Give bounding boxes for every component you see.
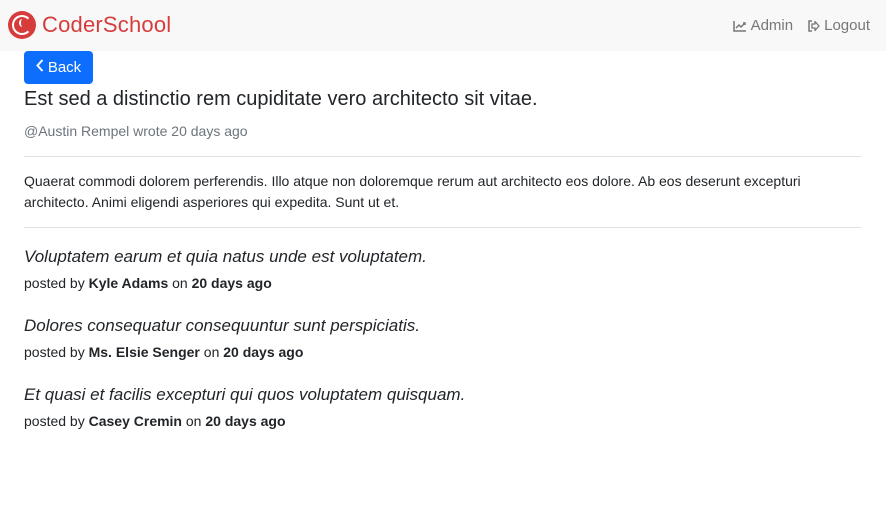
sign-out-icon [807, 19, 820, 32]
comment-author: Casey Cremin [88, 413, 182, 429]
comment-posted-by: posted by [24, 344, 85, 360]
logout-link[interactable]: Logout [807, 17, 870, 34]
comment-on: on [185, 413, 202, 429]
comment-time: 20 days ago [205, 413, 286, 429]
comment-author: Ms. Elsie Senger [88, 344, 200, 360]
navbar: CoderSchool Admin Logout [0, 0, 886, 51]
post-meta: @Austin Rempel wrote 20 days ago [24, 121, 861, 141]
comment-on: on [203, 344, 220, 360]
divider [24, 227, 861, 228]
comment-text: Et quasi et facilis excepturi qui quos v… [24, 385, 466, 404]
comment-text: Voluptatem earum et quia natus unde est … [24, 247, 427, 266]
nav-links: Admin Logout [732, 17, 870, 34]
post-time: 20 days ago [171, 123, 248, 139]
coderschool-logo-icon [8, 11, 36, 39]
comment-text: Dolores consequatur consequuntur sunt pe… [24, 316, 420, 335]
comment-item: Voluptatem earum et quia natus unde est … [24, 245, 861, 293]
comment-author: Kyle Adams [88, 275, 169, 291]
chart-line-icon [732, 20, 747, 32]
back-button[interactable]: Back [24, 51, 93, 84]
admin-label: Admin [750, 17, 794, 34]
comment-meta: posted by Ms. Elsie Senger on 20 days ag… [24, 342, 861, 362]
post-wrote: wrote [133, 123, 168, 139]
post-detail: Est sed a distinctio rem cupiditate vero… [24, 84, 861, 452]
comment-time: 20 days ago [191, 275, 272, 291]
post-title: Est sed a distinctio rem cupiditate vero… [24, 88, 538, 110]
chevron-left-icon [35, 59, 44, 76]
comment-list: Voluptatem earum et quia natus unde est … [24, 245, 861, 431]
admin-link[interactable]: Admin [732, 17, 794, 34]
brand-name: CoderSchool [42, 12, 172, 37]
comment-meta: posted by Casey Cremin on 20 days ago [24, 411, 861, 431]
logout-label: Logout [824, 17, 870, 34]
divider [24, 156, 861, 157]
brand-link[interactable]: CoderSchool [8, 11, 171, 39]
comment-item: Et quasi et facilis excepturi qui quos v… [24, 383, 861, 431]
back-button-label: Back [47, 59, 82, 76]
comment-item: Dolores consequatur consequuntur sunt pe… [24, 314, 861, 362]
comment-time: 20 days ago [223, 344, 304, 360]
comment-posted-by: posted by [24, 275, 85, 291]
post-body: Quaerat commodi dolorem perferendis. Ill… [24, 173, 801, 210]
post-author: @Austin Rempel [24, 123, 130, 139]
comment-on: on [172, 275, 188, 291]
comment-posted-by: posted by [24, 413, 85, 429]
comment-meta: posted by Kyle Adams on 20 days ago [24, 273, 861, 293]
